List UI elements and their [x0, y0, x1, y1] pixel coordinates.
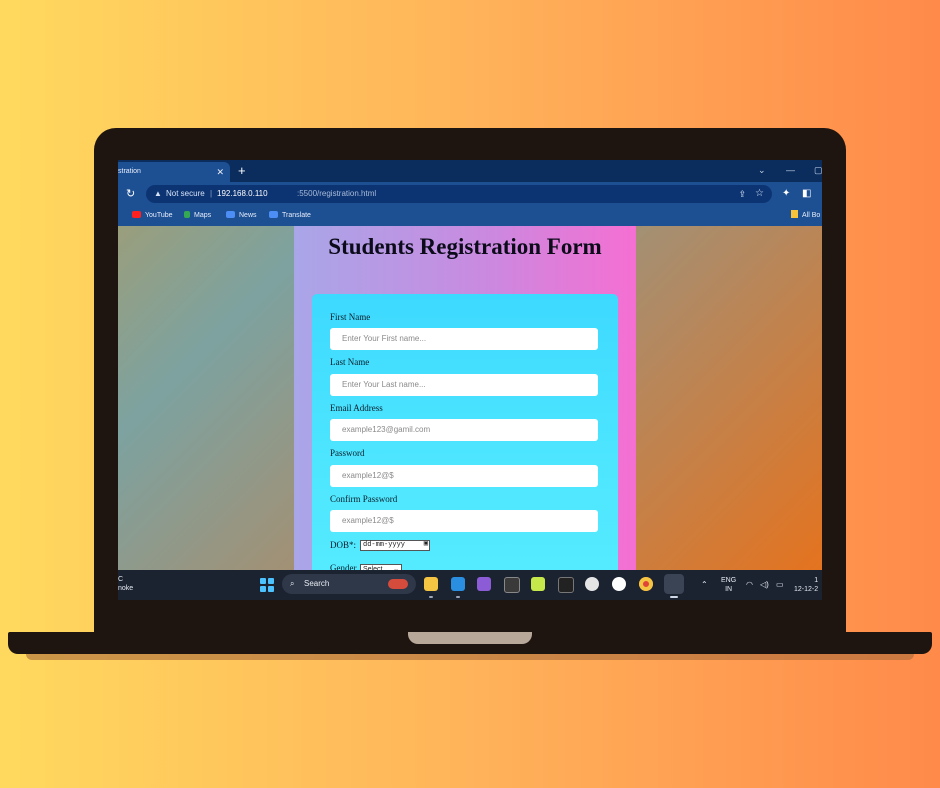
- share-icon[interactable]: ⇪: [738, 185, 746, 203]
- side-panel-icon[interactable]: ◧: [802, 185, 811, 203]
- news-icon: [226, 211, 235, 218]
- dob-input[interactable]: dd-mm-yyyy ▣: [360, 540, 430, 551]
- file-explorer-icon[interactable]: [424, 577, 438, 591]
- start-icon[interactable]: [260, 578, 274, 592]
- vscode-icon[interactable]: [451, 577, 465, 591]
- calendar-icon[interactable]: ▣: [424, 540, 428, 549]
- node-icon[interactable]: [612, 577, 626, 591]
- weather-temp: C: [118, 576, 124, 583]
- system-clock[interactable]: 1 12-12-2: [794, 576, 818, 594]
- dob-value: dd-mm-yyyy: [363, 541, 406, 549]
- address-separator: |: [210, 189, 213, 198]
- app-icon[interactable]: [585, 577, 599, 591]
- terminal-icon[interactable]: [504, 577, 520, 593]
- minimize-icon[interactable]: —: [786, 160, 795, 180]
- laptop-base-shadow: [26, 654, 914, 660]
- search-icon: ⌕: [290, 579, 295, 588]
- bookmark-maps[interactable]: Maps: [184, 206, 211, 226]
- first-name-input[interactable]: Enter Your First name...: [330, 328, 598, 350]
- confirm-password-label: Confirm Password: [330, 494, 398, 504]
- browser-toolbar: ↻ ▲ Not secure | 192.168.0.110 :5500/reg…: [118, 182, 822, 206]
- email-input[interactable]: example123@gamil.com: [330, 419, 598, 441]
- language-indicator[interactable]: ENG IN: [721, 576, 736, 594]
- folder-icon: [791, 210, 798, 218]
- url-host: 192.168.0.110: [217, 189, 268, 198]
- tab-title: stration: [118, 168, 141, 175]
- laptop-notch: [408, 632, 532, 644]
- weather-widget[interactable]: C noke: [118, 575, 133, 593]
- running-indicator: [670, 596, 678, 598]
- chevron-up-icon[interactable]: ⌃: [701, 570, 708, 600]
- email-label: Email Address: [330, 403, 383, 413]
- url-path: :5500/registration.html: [297, 189, 377, 198]
- chrome-active-icon[interactable]: [664, 574, 684, 594]
- tab-bar: stration ✕ + ⌄ — ▢: [118, 160, 822, 182]
- unity-icon[interactable]: [558, 577, 574, 593]
- registration-form: First Name Enter Your First name... Last…: [312, 294, 618, 584]
- maximize-icon[interactable]: ▢: [814, 160, 822, 180]
- chrome-icon[interactable]: [639, 577, 653, 591]
- battery-icon[interactable]: ▭: [776, 570, 784, 600]
- bookmark-youtube[interactable]: YouTube: [132, 206, 173, 226]
- weather-status: noke: [118, 585, 134, 592]
- wifi-icon[interactable]: ◠: [746, 570, 753, 600]
- first-name-label: First Name: [330, 312, 371, 322]
- running-indicator: [456, 596, 460, 598]
- close-icon[interactable]: ✕: [216, 162, 224, 182]
- pycharm-icon[interactable]: [531, 577, 545, 591]
- new-tab-icon[interactable]: +: [238, 160, 246, 182]
- clock-date: 12-12-2: [794, 586, 819, 593]
- password-label: Password: [330, 448, 365, 458]
- form-column: Students Registration Form First Name En…: [294, 226, 636, 584]
- reload-icon[interactable]: ↻: [126, 185, 135, 203]
- page-viewport: Students Registration Form First Name En…: [118, 226, 822, 584]
- extensions-icon[interactable]: ✦: [782, 185, 790, 203]
- password-input[interactable]: example12@$: [330, 465, 598, 487]
- bookmarks-bar: YouTube Maps News Translate All Bo: [118, 206, 822, 226]
- search-highlight-icon: [388, 579, 408, 589]
- youtube-icon: [132, 211, 141, 218]
- taskbar-search[interactable]: ⌕ Search: [282, 574, 416, 594]
- laptop-screen: stration ✕ + ⌄ — ▢ ↻ ▲ Not secure | 192.…: [118, 160, 822, 600]
- security-label: Not secure: [166, 189, 205, 198]
- warning-icon: ▲: [154, 189, 162, 198]
- running-indicator: [429, 596, 433, 598]
- search-label: Search: [304, 579, 330, 588]
- star-icon[interactable]: ☆: [755, 185, 764, 203]
- clock-time: 1: [814, 577, 819, 584]
- confirm-password-input[interactable]: example12@$: [330, 510, 598, 532]
- bookmark-translate[interactable]: Translate: [269, 206, 311, 226]
- maps-icon: [184, 211, 190, 218]
- last-name-input[interactable]: Enter Your Last name...: [330, 374, 598, 396]
- translate-icon: [269, 211, 278, 218]
- address-bar[interactable]: ▲ Not secure | 192.168.0.110 :5500/regis…: [146, 185, 772, 203]
- browser-tab[interactable]: stration ✕: [118, 162, 230, 182]
- all-bookmarks[interactable]: All Bo: [791, 206, 820, 226]
- page-title: Students Registration Form: [328, 234, 602, 259]
- volume-icon[interactable]: ◁): [760, 570, 769, 600]
- taskbar: C noke ⌕ Search ⌃ ENG IN ◠ ◁) ▭ 1 12-12-…: [118, 570, 822, 600]
- visual-studio-icon[interactable]: [477, 577, 491, 591]
- dob-label: DOB*:: [330, 540, 357, 550]
- chevron-down-icon[interactable]: ⌄: [758, 160, 766, 180]
- bookmark-news[interactable]: News: [226, 206, 257, 226]
- last-name-label: Last Name: [330, 357, 370, 367]
